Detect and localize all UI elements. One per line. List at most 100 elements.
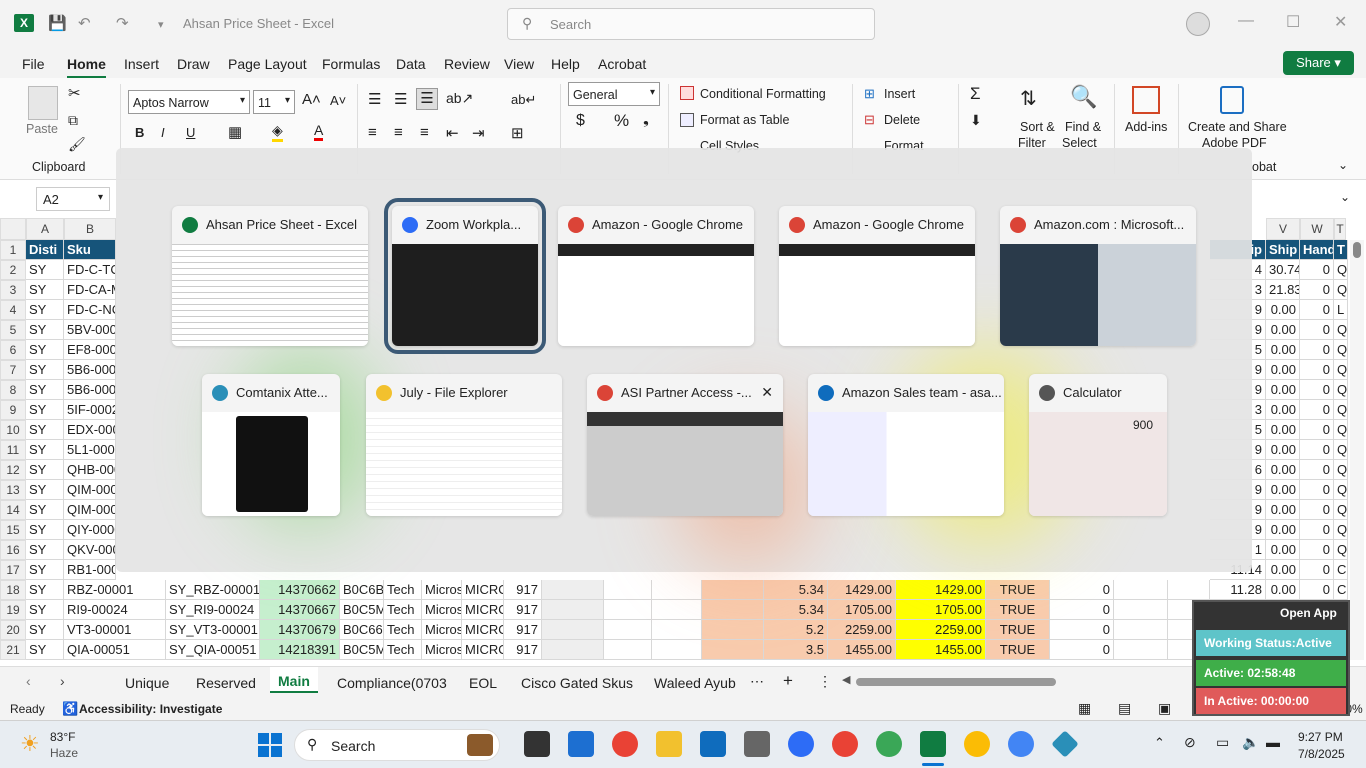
- delete-cells-button[interactable]: Delete: [884, 113, 920, 127]
- cell[interactable]: 0.00: [1266, 460, 1300, 480]
- cell[interactable]: SY_RBZ-00001: [166, 580, 260, 600]
- font-size-select[interactable]: 11 ▾: [253, 90, 295, 114]
- clock-date[interactable]: 7/8/2025: [1298, 747, 1345, 761]
- currency-icon[interactable]: $: [576, 112, 585, 130]
- fill-icon[interactable]: ⬇: [970, 112, 982, 129]
- cell[interactable]: B0C5M: [340, 600, 384, 620]
- name-box[interactable]: A2 ▾: [36, 187, 110, 211]
- more-sheets-icon[interactable]: ⋯: [750, 673, 764, 690]
- cell[interactable]: C: [1334, 560, 1348, 580]
- battery-icon[interactable]: ▬: [1266, 734, 1280, 750]
- row-header[interactable]: 7: [0, 360, 26, 380]
- cell[interactable]: [542, 640, 604, 660]
- row-header[interactable]: 13: [0, 480, 26, 500]
- cell[interactable]: 0: [1300, 540, 1334, 560]
- cell[interactable]: 0.00: [1266, 360, 1300, 380]
- cell[interactable]: SY: [26, 440, 64, 460]
- row-header[interactable]: 20: [0, 620, 26, 640]
- cell[interactable]: 0: [1300, 340, 1334, 360]
- cell[interactable]: [1114, 620, 1168, 640]
- font-name-select[interactable]: Aptos Narrow ▾: [128, 90, 250, 114]
- cell[interactable]: 0.00: [1266, 340, 1300, 360]
- row-header[interactable]: 18: [0, 580, 26, 600]
- cell[interactable]: [542, 600, 604, 620]
- menu-review[interactable]: Review: [444, 56, 490, 72]
- column-header-v[interactable]: V: [1266, 218, 1300, 240]
- cell[interactable]: [702, 580, 764, 600]
- cell[interactable]: Q: [1334, 480, 1348, 500]
- cell[interactable]: [1114, 600, 1168, 620]
- cell[interactable]: 917: [504, 600, 542, 620]
- scroll-tabs-right-icon[interactable]: ›: [60, 673, 65, 689]
- menu-page-layout[interactable]: Page Layout: [228, 56, 307, 72]
- maximize-button[interactable]: ☐: [1286, 12, 1300, 32]
- cell[interactable]: [702, 640, 764, 660]
- cell[interactable]: 1705.00: [828, 600, 896, 620]
- column-header-t[interactable]: T: [1334, 218, 1346, 240]
- cell[interactable]: Q: [1334, 400, 1348, 420]
- chrome-profile-icon[interactable]: [964, 731, 990, 757]
- cell[interactable]: MICRO: [462, 580, 504, 600]
- cell[interactable]: 0.00: [1266, 480, 1300, 500]
- wrap-text-icon[interactable]: ab↵: [511, 92, 536, 108]
- cell[interactable]: SY: [26, 500, 64, 520]
- cell[interactable]: 0.00: [1266, 440, 1300, 460]
- insert-cells-button[interactable]: Insert: [884, 87, 915, 101]
- row-header[interactable]: 9: [0, 400, 26, 420]
- page-layout-view-icon[interactable]: ▤: [1118, 700, 1131, 717]
- sheet-tab-waleed-ayub[interactable]: Waleed Ayub: [654, 675, 736, 691]
- menu-insert[interactable]: Insert: [124, 56, 159, 72]
- underline-icon[interactable]: U: [186, 125, 195, 140]
- row-header[interactable]: 14: [0, 500, 26, 520]
- undo-icon[interactable]: ↶: [78, 14, 91, 32]
- save-icon[interactable]: 💾: [48, 14, 67, 32]
- cell[interactable]: [604, 580, 652, 600]
- align-right-icon[interactable]: ≡: [420, 124, 429, 141]
- cell[interactable]: SY: [26, 620, 64, 640]
- cell[interactable]: TRUE: [986, 640, 1050, 660]
- cell[interactable]: Q: [1334, 520, 1348, 540]
- window-card[interactable]: Comtanix Atte...: [202, 374, 340, 516]
- cell[interactable]: 0: [1300, 300, 1334, 320]
- cell[interactable]: 917: [504, 580, 542, 600]
- window-card[interactable]: Calculator 900: [1029, 374, 1167, 516]
- orientation-icon[interactable]: ab↗: [446, 90, 473, 107]
- cell[interactable]: 0: [1300, 460, 1334, 480]
- hscroll-left-icon[interactable]: ◀: [842, 673, 850, 686]
- cell[interactable]: Q: [1334, 340, 1348, 360]
- merge-center-icon[interactable]: ⊞: [511, 124, 524, 142]
- window-card[interactable]: Amazon Sales team - asa...: [808, 374, 1004, 516]
- cell[interactable]: 3.5: [764, 640, 828, 660]
- cell[interactable]: 0.00: [1266, 320, 1300, 340]
- cell[interactable]: 0.00: [1266, 380, 1300, 400]
- row-header[interactable]: 15: [0, 520, 26, 540]
- cell[interactable]: B0C661: [340, 620, 384, 640]
- cell[interactable]: QIA-00051: [64, 640, 166, 660]
- cell[interactable]: 14370667: [260, 600, 340, 620]
- cell[interactable]: RI9-00024: [64, 600, 166, 620]
- cell[interactable]: SY: [26, 380, 64, 400]
- row-header[interactable]: 2: [0, 260, 26, 280]
- cell[interactable]: L: [1334, 300, 1348, 320]
- row-header[interactable]: 11: [0, 440, 26, 460]
- cell[interactable]: Q: [1334, 380, 1348, 400]
- cell[interactable]: 14370679: [260, 620, 340, 640]
- zoom-icon[interactable]: [788, 731, 814, 757]
- clock-time[interactable]: 9:27 PM: [1298, 730, 1343, 744]
- cell[interactable]: FD-CA-M: [64, 280, 116, 300]
- cell[interactable]: 0: [1300, 520, 1334, 540]
- increase-indent-icon[interactable]: ⇥: [472, 124, 485, 142]
- cell[interactable]: QIY-0000: [64, 520, 116, 540]
- cell[interactable]: 0.00: [1266, 420, 1300, 440]
- cell[interactable]: Tech: [384, 600, 422, 620]
- create-share-label[interactable]: Create and Share: [1188, 120, 1287, 134]
- chrome-profile-icon[interactable]: [1008, 731, 1034, 757]
- fill-color-icon[interactable]: ◈: [272, 122, 283, 142]
- cell[interactable]: FD-C-TC: [64, 260, 116, 280]
- cell[interactable]: 5B6-000: [64, 360, 116, 380]
- menu-data[interactable]: Data: [396, 56, 426, 72]
- cell[interactable]: Q: [1334, 460, 1348, 480]
- cell[interactable]: SY: [26, 460, 64, 480]
- cell[interactable]: SY: [26, 420, 64, 440]
- row-header[interactable]: 19: [0, 600, 26, 620]
